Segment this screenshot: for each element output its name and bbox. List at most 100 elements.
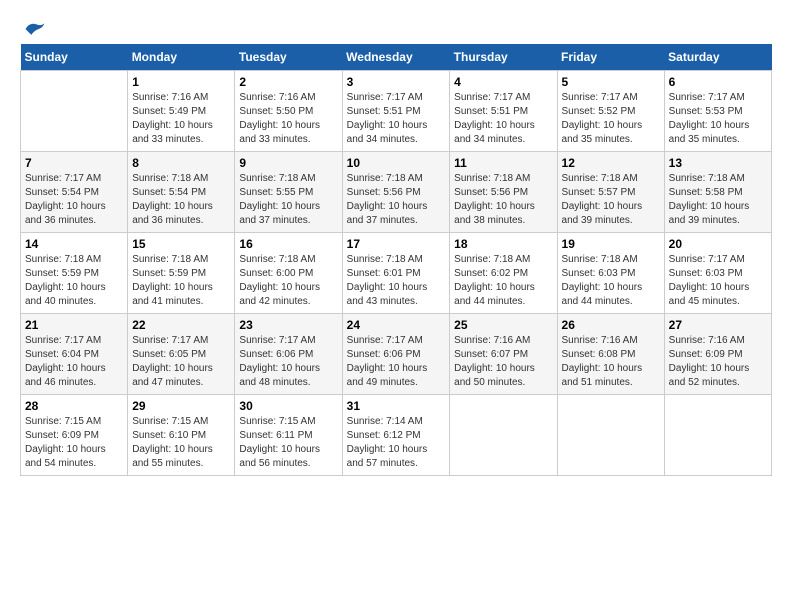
day-number: 24 (347, 318, 446, 332)
day-number: 21 (25, 318, 123, 332)
calendar-cell: 16Sunrise: 7:18 AM Sunset: 6:00 PM Dayli… (235, 233, 342, 314)
calendar-day-header: Sunday (21, 44, 128, 71)
calendar-day-header: Saturday (664, 44, 771, 71)
calendar-cell: 22 Sunrise: 7:17 AM Sunset: 6:05 PM Dayli… (128, 314, 235, 395)
day-number: 31 (347, 399, 446, 413)
page-header (20, 20, 772, 34)
calendar-cell: 1 Sunrise: 7:16 AM Sunset: 5:49 PM Daylig… (128, 71, 235, 152)
day-number: 9 (239, 156, 337, 170)
day-info: Sunrise: 7:17 AM Sunset: 5:53 PM Dayligh… (669, 91, 767, 147)
day-number: 23 (239, 318, 337, 332)
calendar-week-row: 14 Sunrise: 7:18 AM Sunset: 5:59 PM Dayli… (21, 233, 772, 314)
day-number: 10 (347, 156, 446, 170)
day-info: Sunrise: 7:18 AM Sunset: 5:54 PM Dayligh… (132, 172, 230, 228)
calendar-day-header: Thursday (450, 44, 557, 71)
calendar-cell: 26 Sunrise: 7:16 AM Sunset: 6:08 PM Dayli… (557, 314, 664, 395)
day-number: 1 (132, 75, 230, 89)
calendar-day-header: Friday (557, 44, 664, 71)
calendar-cell: 21 Sunrise: 7:17 AM Sunset: 6:04 PM Dayli… (21, 314, 128, 395)
calendar-day-header: Tuesday (235, 44, 342, 71)
day-number: 7 (25, 156, 123, 170)
calendar-cell: 30 Sunrise: 7:15 AM Sunset: 6:11 PM Dayli… (235, 395, 342, 476)
day-info: Sunrise: 7:16 AM Sunset: 6:08 PM Dayligh… (562, 334, 660, 390)
day-info: Sunrise: 7:17 AM Sunset: 6:06 PM Dayligh… (347, 334, 446, 390)
day-number: 3 (347, 75, 446, 89)
logo-bird-icon (24, 20, 46, 38)
calendar-cell: 9 Sunrise: 7:18 AM Sunset: 5:55 PM Daylig… (235, 152, 342, 233)
day-number: 11 (454, 156, 552, 170)
calendar-cell: 8 Sunrise: 7:18 AM Sunset: 5:54 PM Daylig… (128, 152, 235, 233)
day-info: Sunrise: 7:18 AM Sunset: 5:59 PM Dayligh… (25, 253, 123, 309)
day-info: Sunrise: 7:17 AM Sunset: 6:03 PM Dayligh… (669, 253, 767, 309)
calendar-cell (21, 71, 128, 152)
day-number: 12 (562, 156, 660, 170)
day-number: 17 (347, 237, 446, 251)
calendar-cell: 12Sunrise: 7:18 AM Sunset: 5:57 PM Dayli… (557, 152, 664, 233)
calendar-cell: 11 Sunrise: 7:18 AM Sunset: 5:56 PM Dayli… (450, 152, 557, 233)
calendar-cell: 20 Sunrise: 7:17 AM Sunset: 6:03 PM Dayli… (664, 233, 771, 314)
calendar-week-row: 7 Sunrise: 7:17 AM Sunset: 5:54 PM Daylig… (21, 152, 772, 233)
day-number: 28 (25, 399, 123, 413)
calendar-cell: 14 Sunrise: 7:18 AM Sunset: 5:59 PM Dayli… (21, 233, 128, 314)
day-number: 15 (132, 237, 230, 251)
calendar-cell: 23 Sunrise: 7:17 AM Sunset: 6:06 PM Dayli… (235, 314, 342, 395)
calendar-cell: 19Sunrise: 7:18 AM Sunset: 6:03 PM Dayli… (557, 233, 664, 314)
day-number: 2 (239, 75, 337, 89)
day-number: 14 (25, 237, 123, 251)
day-number: 13 (669, 156, 767, 170)
day-info: Sunrise: 7:15 AM Sunset: 6:11 PM Dayligh… (239, 415, 337, 471)
day-info: Sunrise: 7:16 AM Sunset: 6:09 PM Dayligh… (669, 334, 767, 390)
calendar-cell: 18Sunrise: 7:18 AM Sunset: 6:02 PM Dayli… (450, 233, 557, 314)
calendar-cell (557, 395, 664, 476)
day-info: Sunrise: 7:18 AM Sunset: 5:56 PM Dayligh… (347, 172, 446, 228)
day-info: Sunrise: 7:17 AM Sunset: 6:05 PM Dayligh… (132, 334, 230, 390)
day-number: 26 (562, 318, 660, 332)
calendar-cell: 15 Sunrise: 7:18 AM Sunset: 5:59 PM Dayli… (128, 233, 235, 314)
calendar-cell: 10 Sunrise: 7:18 AM Sunset: 5:56 PM Dayli… (342, 152, 450, 233)
day-info: Sunrise: 7:16 AM Sunset: 5:50 PM Dayligh… (239, 91, 337, 147)
day-info: Sunrise: 7:17 AM Sunset: 6:04 PM Dayligh… (25, 334, 123, 390)
calendar-cell: 29 Sunrise: 7:15 AM Sunset: 6:10 PM Dayli… (128, 395, 235, 476)
calendar-cell: 5 Sunrise: 7:17 AM Sunset: 5:52 PM Daylig… (557, 71, 664, 152)
day-info: Sunrise: 7:15 AM Sunset: 6:10 PM Dayligh… (132, 415, 230, 471)
calendar-cell (450, 395, 557, 476)
day-number: 6 (669, 75, 767, 89)
calendar-cell (664, 395, 771, 476)
calendar-cell: 3Sunrise: 7:17 AM Sunset: 5:51 PM Daylig… (342, 71, 450, 152)
calendar-cell: 31Sunrise: 7:14 AM Sunset: 6:12 PM Dayli… (342, 395, 450, 476)
calendar-table: SundayMondayTuesdayWednesdayThursdayFrid… (20, 44, 772, 476)
day-info: Sunrise: 7:15 AM Sunset: 6:09 PM Dayligh… (25, 415, 123, 471)
calendar-cell: 2 Sunrise: 7:16 AM Sunset: 5:50 PM Daylig… (235, 71, 342, 152)
calendar-cell: 4Sunrise: 7:17 AM Sunset: 5:51 PM Daylig… (450, 71, 557, 152)
calendar-header-row: SundayMondayTuesdayWednesdayThursdayFrid… (21, 44, 772, 71)
day-info: Sunrise: 7:18 AM Sunset: 5:56 PM Dayligh… (454, 172, 552, 228)
calendar-week-row: 28 Sunrise: 7:15 AM Sunset: 6:09 PM Dayli… (21, 395, 772, 476)
day-info: Sunrise: 7:18 AM Sunset: 5:55 PM Dayligh… (239, 172, 337, 228)
day-number: 18 (454, 237, 552, 251)
day-number: 27 (669, 318, 767, 332)
day-number: 29 (132, 399, 230, 413)
day-number: 5 (562, 75, 660, 89)
calendar-cell: 24 Sunrise: 7:17 AM Sunset: 6:06 PM Dayli… (342, 314, 450, 395)
calendar-cell: 13Sunrise: 7:18 AM Sunset: 5:58 PM Dayli… (664, 152, 771, 233)
calendar-day-header: Wednesday (342, 44, 450, 71)
day-info: Sunrise: 7:18 AM Sunset: 5:59 PM Dayligh… (132, 253, 230, 309)
day-number: 22 (132, 318, 230, 332)
logo (20, 20, 46, 34)
day-number: 8 (132, 156, 230, 170)
calendar-cell: 7 Sunrise: 7:17 AM Sunset: 5:54 PM Daylig… (21, 152, 128, 233)
calendar-day-header: Monday (128, 44, 235, 71)
day-info: Sunrise: 7:16 AM Sunset: 5:49 PM Dayligh… (132, 91, 230, 147)
day-info: Sunrise: 7:17 AM Sunset: 6:06 PM Dayligh… (239, 334, 337, 390)
day-number: 20 (669, 237, 767, 251)
calendar-cell: 27 Sunrise: 7:16 AM Sunset: 6:09 PM Dayli… (664, 314, 771, 395)
day-info: Sunrise: 7:17 AM Sunset: 5:52 PM Dayligh… (562, 91, 660, 147)
day-info: Sunrise: 7:17 AM Sunset: 5:54 PM Dayligh… (25, 172, 123, 228)
day-number: 30 (239, 399, 337, 413)
day-info: Sunrise: 7:17 AM Sunset: 5:51 PM Dayligh… (454, 91, 552, 147)
day-number: 25 (454, 318, 552, 332)
calendar-cell: 28 Sunrise: 7:15 AM Sunset: 6:09 PM Dayli… (21, 395, 128, 476)
day-number: 16 (239, 237, 337, 251)
day-info: Sunrise: 7:18 AM Sunset: 6:01 PM Dayligh… (347, 253, 446, 309)
calendar-week-row: 21 Sunrise: 7:17 AM Sunset: 6:04 PM Dayli… (21, 314, 772, 395)
